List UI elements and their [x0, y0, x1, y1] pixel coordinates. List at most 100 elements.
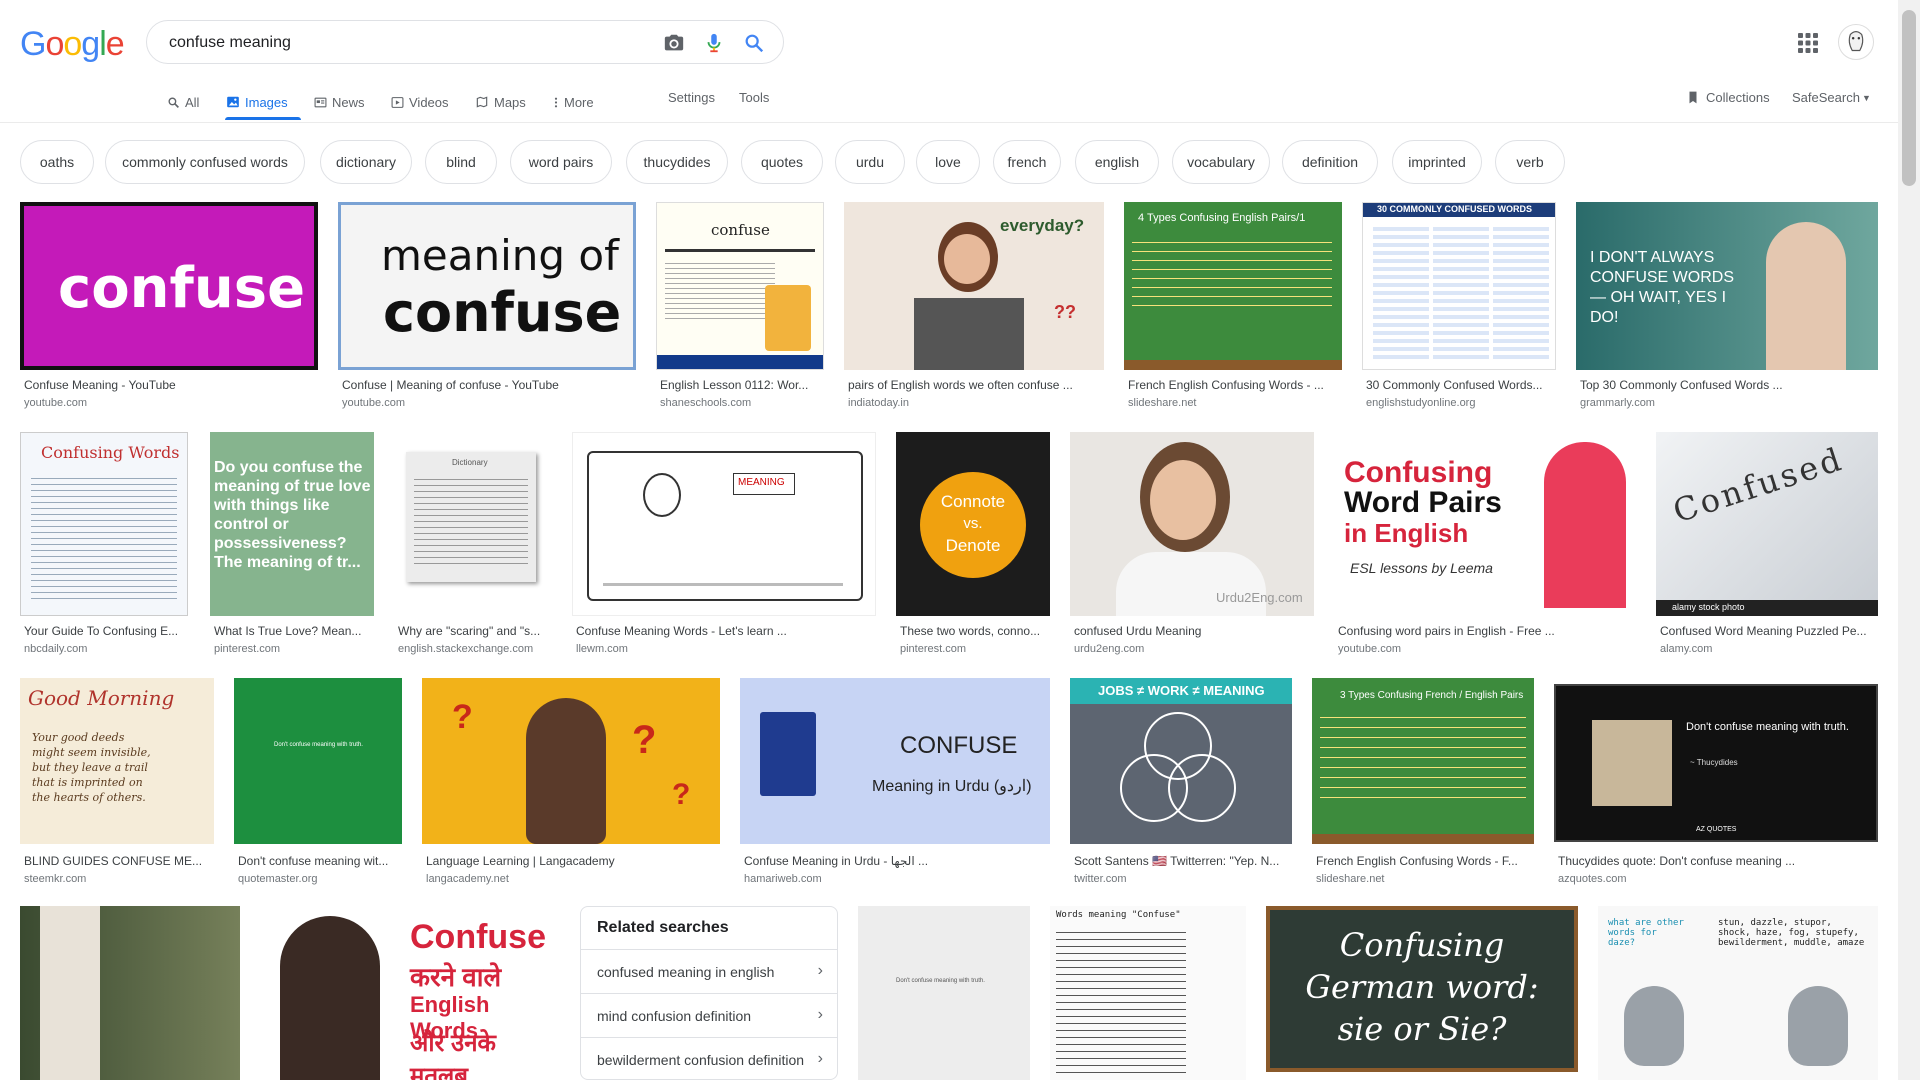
- tab-more[interactable]: More: [553, 92, 594, 112]
- thumbnail[interactable]: Confuse करने वाले English Words और उनके …: [260, 906, 560, 1080]
- result-source[interactable]: pinterest.com: [214, 643, 280, 655]
- result-title[interactable]: 30 Commonly Confused Words...: [1366, 378, 1556, 392]
- result-source[interactable]: langacademy.net: [426, 873, 509, 885]
- related-search-item[interactable]: bewilderment confusion definition ›: [581, 1037, 837, 1079]
- image-result[interactable]: CONFUSE Meaning in Urdu (اردو) Confuse M…: [740, 678, 1050, 890]
- image-result[interactable]: JOBS ≠ WORK ≠ MEANING Scott Santens 🇺🇸 T…: [1070, 678, 1292, 890]
- image-result[interactable]: meaning of confuse Confuse | Meaning of …: [338, 202, 636, 412]
- settings-link[interactable]: Settings: [668, 90, 715, 105]
- apps-grid-icon[interactable]: [1796, 31, 1820, 55]
- result-title[interactable]: Confuse | Meaning of confuse - YouTube: [342, 378, 632, 392]
- thumbnail[interactable]: Confusing German word: sie or Sie?: [1266, 906, 1578, 1072]
- image-result[interactable]: Urdu2Eng.com confused Urdu Meaning urdu2…: [1070, 432, 1314, 662]
- result-title[interactable]: What Is True Love? Mean...: [214, 624, 374, 638]
- result-source[interactable]: youtube.com: [342, 397, 405, 409]
- result-title[interactable]: Scott Santens 🇺🇸 Twitterren: "Yep. N...: [1074, 854, 1292, 868]
- result-title[interactable]: Confused Word Meaning Puzzled Pe...: [1660, 624, 1878, 638]
- thumbnail[interactable]: Confusing Words: [20, 432, 188, 616]
- thumbnail[interactable]: Good Morning Your good deeds might seem …: [20, 678, 214, 844]
- result-source[interactable]: twitter.com: [1074, 873, 1127, 885]
- thumbnail[interactable]: JOBS ≠ WORK ≠ MEANING: [1070, 678, 1292, 844]
- thumbnail[interactable]: [20, 906, 240, 1080]
- result-source[interactable]: azquotes.com: [1558, 873, 1626, 885]
- result-source[interactable]: alamy.com: [1660, 643, 1712, 655]
- result-source[interactable]: indiatoday.in: [848, 397, 909, 409]
- result-source[interactable]: shaneschools.com: [660, 397, 751, 409]
- image-result[interactable]: confuse English Lesson 0112: Wor... shan…: [656, 202, 824, 412]
- image-result[interactable]: everyday? ?? pairs of English words we o…: [844, 202, 1104, 412]
- account-avatar[interactable]: [1838, 24, 1874, 60]
- result-source[interactable]: youtube.com: [24, 397, 87, 409]
- result-title[interactable]: Top 30 Commonly Confused Words ...: [1580, 378, 1878, 392]
- result-title[interactable]: These two words, conno...: [900, 624, 1050, 638]
- thumbnail[interactable]: Don't confuse meaning with truth. ~ Thuc…: [1554, 684, 1878, 842]
- tab-all[interactable]: All: [167, 92, 199, 112]
- result-title[interactable]: Why are "scaring" and "s...: [398, 624, 552, 638]
- search-icon[interactable]: [743, 32, 765, 54]
- image-result[interactable]: Don't confuse meaning with truth. ~ Thuc…: [1554, 678, 1878, 890]
- result-title[interactable]: French English Confusing Words - ...: [1128, 378, 1342, 392]
- result-source[interactable]: steemkr.com: [24, 873, 86, 885]
- chip-verb[interactable]: verb: [1495, 140, 1565, 184]
- search-input[interactable]: [167, 31, 641, 55]
- result-source[interactable]: llewm.com: [576, 643, 628, 655]
- chip-dictionary[interactable]: dictionary: [320, 140, 412, 184]
- collections-button[interactable]: Collections: [1686, 90, 1770, 105]
- thumbnail[interactable]: ? ? ?: [422, 678, 720, 844]
- result-source[interactable]: englishstudyonline.org: [1366, 397, 1475, 409]
- result-source[interactable]: slideshare.net: [1128, 397, 1197, 409]
- result-source[interactable]: nbcdaily.com: [24, 643, 87, 655]
- image-result[interactable]: [20, 906, 240, 1080]
- result-title[interactable]: Language Learning | Langacademy: [426, 854, 720, 868]
- thumbnail[interactable]: Connote vs. Denote: [896, 432, 1050, 616]
- image-result[interactable]: Words meaning "Confuse": [1050, 906, 1246, 1080]
- image-result[interactable]: Good Morning Your good deeds might seem …: [20, 678, 214, 890]
- result-title[interactable]: pairs of English words we often confuse …: [848, 378, 1104, 392]
- thumbnail[interactable]: Urdu2Eng.com: [1070, 432, 1314, 616]
- thumbnail[interactable]: I DON'T ALWAYS CONFUSE WORDS — OH WAIT, …: [1576, 202, 1878, 370]
- thumbnail[interactable]: MEANING: [572, 432, 876, 616]
- related-search-item[interactable]: mind confusion definition ›: [581, 993, 837, 1037]
- result-title[interactable]: Thucydides quote: Don't confuse meaning …: [1558, 854, 1878, 868]
- image-result[interactable]: Connote vs. Denote These two words, conn…: [896, 432, 1050, 662]
- chip-vocabulary[interactable]: vocabulary: [1172, 140, 1270, 184]
- image-result[interactable]: Confuse करने वाले English Words और उनके …: [260, 906, 560, 1080]
- thumbnail[interactable]: what are other words for daze? stun, daz…: [1598, 906, 1878, 1080]
- image-result[interactable]: ? ? ? Language Learning | Langacademy la…: [422, 678, 720, 890]
- image-result[interactable]: Confusing Word Pairs in English ESL less…: [1334, 432, 1636, 662]
- thumbnail[interactable]: Don't confuse meaning with truth.: [234, 678, 402, 844]
- thumbnail[interactable]: CONFUSE Meaning in Urdu (اردو): [740, 678, 1050, 844]
- chip-french[interactable]: french: [993, 140, 1061, 184]
- related-search-item[interactable]: confused meaning in english ›: [581, 949, 837, 993]
- chip-definition[interactable]: definition: [1282, 140, 1378, 184]
- result-title[interactable]: French English Confusing Words - F...: [1316, 854, 1534, 868]
- thumbnail[interactable]: confuse: [656, 202, 824, 370]
- result-title[interactable]: Confusing word pairs in English - Free .…: [1338, 624, 1636, 638]
- chip-love[interactable]: love: [916, 140, 980, 184]
- result-source[interactable]: english.stackexchange.com: [398, 643, 533, 655]
- scrollbar-thumb[interactable]: [1902, 10, 1916, 186]
- thumbnail[interactable]: 4 Types Confusing English Pairs/1: [1124, 202, 1342, 370]
- image-result[interactable]: what are other words for daze? stun, daz…: [1598, 906, 1878, 1080]
- image-result[interactable]: Don't confuse meaning with truth.: [858, 906, 1030, 1080]
- thumbnail[interactable]: Confused alamy stock photo: [1656, 432, 1878, 616]
- chip-urdu[interactable]: urdu: [835, 140, 905, 184]
- thumbnail[interactable]: Words meaning "Confuse": [1050, 906, 1246, 1080]
- image-result[interactable]: confuse Confuse Meaning - YouTube youtub…: [20, 202, 318, 412]
- image-result[interactable]: Dictionary Why are "scaring" and "s... e…: [394, 432, 552, 662]
- thumbnail[interactable]: 30 COMMONLY CONFUSED WORDS: [1362, 202, 1556, 370]
- chip-imprinted[interactable]: imprinted: [1392, 140, 1482, 184]
- image-result[interactable]: 3 Types Confusing French / English Pairs…: [1312, 678, 1534, 890]
- result-title[interactable]: Don't confuse meaning wit...: [238, 854, 402, 868]
- tools-link[interactable]: Tools: [739, 90, 769, 105]
- thumbnail[interactable]: confuse: [20, 202, 318, 370]
- tab-maps[interactable]: Maps: [475, 92, 526, 112]
- result-title[interactable]: English Lesson 0112: Wor...: [660, 378, 824, 392]
- image-result[interactable]: MEANING Confuse Meaning Words - Let's le…: [572, 432, 876, 662]
- result-source[interactable]: grammarly.com: [1580, 397, 1655, 409]
- thumbnail[interactable]: Don't confuse meaning with truth.: [858, 906, 1030, 1080]
- image-result[interactable]: Confused alamy stock photo Confused Word…: [1656, 432, 1878, 662]
- result-title[interactable]: Confuse Meaning - YouTube: [24, 378, 314, 392]
- tab-videos[interactable]: Videos: [391, 92, 449, 112]
- result-title[interactable]: BLIND GUIDES CONFUSE ME...: [24, 854, 214, 868]
